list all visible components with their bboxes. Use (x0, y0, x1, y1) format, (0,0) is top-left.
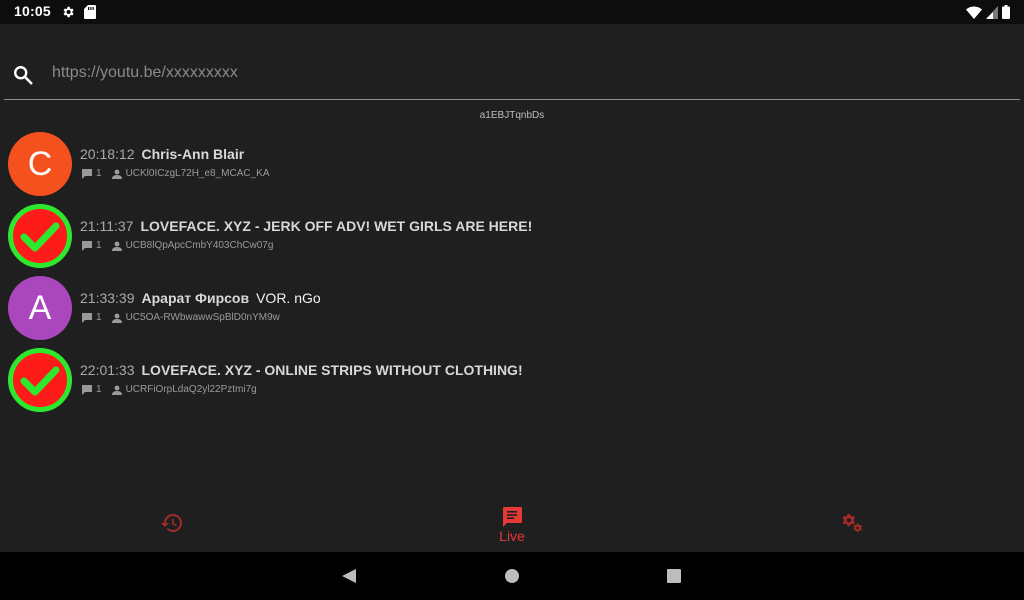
message-author: LOVEFACE. XYZ - JERK OFF ADV! WET GIRLS … (140, 218, 533, 234)
status-right-icons (966, 4, 1010, 20)
url-input[interactable] (52, 60, 992, 86)
message-time: 21:11:37 (80, 218, 134, 234)
status-bar: 10:05 (0, 0, 1024, 24)
checkmark-avatar-icon (8, 204, 72, 268)
wifi-icon (966, 6, 982, 19)
message-meta: 1 UCKl0ICzgL72H_e8_MCAC_KA (82, 168, 270, 179)
message-header: 20:18:12 Chris-Ann Blair (80, 146, 251, 162)
chat-message-list: C 20:18:12 Chris-Ann Blair 1 UCKl0ICzgL72… (0, 128, 1024, 416)
message-header: 21:11:37 LOVEFACE. XYZ - JERK OFF ADV! WE… (80, 218, 539, 234)
message-author: Арарат Фирсов (141, 290, 250, 306)
search-bar (0, 24, 1024, 112)
checkmark-avatar-icon (8, 348, 72, 412)
chat-icon (503, 507, 522, 527)
comment-count: 1 (96, 384, 102, 395)
status-time: 10:05 (14, 3, 51, 19)
back-icon[interactable] (341, 568, 357, 584)
channel-id: UCKl0ICzgL72H_e8_MCAC_KA (125, 168, 270, 179)
recents-icon[interactable] (666, 568, 682, 584)
nav-settings[interactable] (793, 495, 913, 552)
message-meta: 1 UCRFiOrpLdaQ2yl22Pztmi7g (82, 384, 257, 395)
person-icon (111, 385, 122, 395)
comment-icon (82, 240, 92, 251)
avatar: C (8, 132, 72, 196)
channel-id: UC5OA-RWbwawwSpBlD0nYM9w (125, 312, 280, 323)
comment-count: 1 (96, 312, 102, 323)
message-author: Chris-Ann Blair (141, 146, 245, 162)
bottom-navigation: Live (0, 495, 1024, 552)
comment-icon (82, 384, 92, 395)
search-underline (4, 99, 1020, 100)
message-meta: 1 UCB8lQpApcCmbY403ChCw07g (82, 240, 273, 251)
message-time: 21:33:39 (80, 290, 135, 306)
chat-message[interactable]: 22:01:33 LOVEFACE. XYZ - ONLINE STRIPS WI… (0, 344, 1024, 416)
message-text: VOR. nGo (256, 290, 321, 306)
comment-count: 1 (96, 240, 102, 251)
comment-icon (82, 168, 92, 179)
home-icon[interactable] (504, 568, 520, 584)
app-screen: 10:05 https://youtu.be/xxxxxxxxx a1EBJTq… (0, 0, 1024, 600)
comment-count: 1 (96, 168, 102, 179)
person-icon (111, 313, 122, 323)
sd-card-icon (84, 5, 96, 19)
cell-signal-icon (986, 6, 998, 19)
nav-live-label: Live (499, 528, 525, 544)
message-time: 22:01:33 (80, 362, 135, 378)
message-header: 22:01:33 LOVEFACE. XYZ - ONLINE STRIPS WI… (80, 362, 530, 378)
nav-history[interactable] (112, 495, 232, 552)
settings-gears-icon (842, 514, 862, 532)
system-navigation-bar (0, 552, 1024, 600)
search-icon[interactable] (12, 64, 34, 86)
comment-icon (82, 312, 92, 323)
history-icon (161, 514, 182, 532)
message-author: LOVEFACE. XYZ - ONLINE STRIPS WITHOUT CL… (141, 362, 523, 378)
message-meta: 1 UC5OA-RWbwawwSpBlD0nYM9w (82, 312, 280, 323)
person-icon (111, 169, 122, 179)
message-header: 21:33:39 Арарат Фирсов VOR. nGo (80, 290, 321, 306)
video-id-label: a1EBJTqnbDs (479, 110, 545, 121)
message-time: 20:18:12 (80, 146, 135, 162)
channel-id: UCRFiOrpLdaQ2yl22Pztmi7g (125, 384, 257, 395)
avatar: A (8, 276, 72, 340)
chat-message[interactable]: A 21:33:39 Арарат Фирсов VOR. nGo 1 UC5OA-… (0, 272, 1024, 344)
chat-message[interactable]: 21:11:37 LOVEFACE. XYZ - JERK OFF ADV! WE… (0, 200, 1024, 272)
chat-message[interactable]: C 20:18:12 Chris-Ann Blair 1 UCKl0ICzgL72… (0, 128, 1024, 200)
channel-id: UCB8lQpApcCmbY403ChCw07g (125, 240, 274, 251)
battery-icon (1002, 5, 1010, 19)
person-icon (111, 241, 122, 251)
nav-live[interactable]: Live (452, 495, 572, 552)
gear-icon (63, 6, 74, 18)
